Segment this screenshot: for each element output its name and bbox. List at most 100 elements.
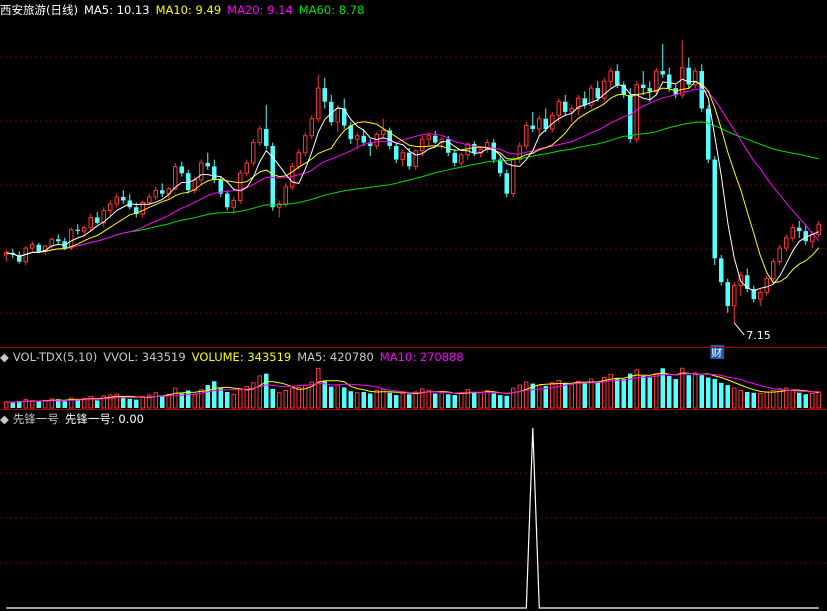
candle-body-up bbox=[758, 291, 763, 300]
ma60-value: 8.78 bbox=[338, 3, 365, 17]
volume-bar-down bbox=[127, 398, 132, 408]
volume-bar-up bbox=[478, 392, 483, 409]
chart-canvas[interactable]: 7.15财 bbox=[0, 0, 827, 611]
ma5-value: 10.13 bbox=[116, 3, 150, 17]
candle-body-down bbox=[179, 166, 184, 174]
vvol-legend: VVOL: 343519 bbox=[103, 350, 186, 364]
volume-bar-up bbox=[400, 392, 405, 409]
volume-bar-up bbox=[316, 367, 321, 409]
candle-body-up bbox=[147, 196, 152, 203]
ma5-label: MA5 bbox=[83, 3, 110, 17]
volume-bar-down bbox=[712, 378, 717, 408]
candle-body-up bbox=[413, 150, 418, 167]
volume-bar-down bbox=[725, 385, 730, 408]
ma20-legend: MA20: 9.14 bbox=[227, 3, 293, 17]
candle-body-up bbox=[199, 162, 204, 181]
candle-body-down bbox=[75, 229, 80, 232]
candle-body-up bbox=[283, 186, 288, 205]
volume-bar-down bbox=[387, 392, 392, 408]
candle-body-down bbox=[95, 217, 100, 223]
candle-body-up bbox=[608, 70, 613, 82]
candle-body-down bbox=[121, 197, 126, 201]
candle-body-up bbox=[303, 135, 308, 154]
panel-divider[interactable] bbox=[0, 347, 827, 348]
volume-bar-up bbox=[738, 389, 743, 409]
candle-body-up bbox=[49, 238, 54, 247]
ma60-label: MA60 bbox=[298, 3, 332, 17]
price-panel-header: 西安旅游(日线) MA5: 10.13 MA10: 9.49 MA20: 9.14 MA… bbox=[0, 2, 370, 18]
volume-bar-up bbox=[693, 372, 698, 409]
volume-bar-down bbox=[36, 401, 41, 408]
candle-body-up bbox=[732, 285, 737, 307]
volume-bar-down bbox=[264, 373, 269, 408]
candle-body-up bbox=[816, 223, 821, 235]
volume-bar-up bbox=[764, 391, 769, 409]
signal-legend: 先锋一号: 0.00 bbox=[64, 412, 144, 426]
candle-body-up bbox=[771, 261, 776, 280]
ma20-line bbox=[6, 88, 820, 258]
volume-bar-up bbox=[524, 381, 529, 409]
volume-bar-down bbox=[667, 375, 672, 408]
candle-body-up bbox=[764, 278, 769, 293]
volume-bar-down bbox=[75, 399, 80, 408]
candle-body-down bbox=[543, 118, 548, 129]
candle-body-up bbox=[316, 87, 321, 120]
volume-bar-up bbox=[296, 386, 301, 409]
volume-bar-up bbox=[517, 384, 522, 409]
candle-body-down bbox=[212, 166, 217, 180]
volume-bar-down bbox=[621, 378, 626, 408]
candle-body-up bbox=[569, 108, 574, 113]
volume-bar-down bbox=[797, 392, 802, 408]
volume-bar-down bbox=[407, 394, 412, 408]
volume-bar-up bbox=[231, 393, 236, 409]
candle-body-up bbox=[238, 172, 243, 201]
volume-bar-down bbox=[270, 388, 275, 408]
volume-bar-down bbox=[491, 393, 496, 408]
volume-bar-down bbox=[504, 395, 509, 408]
candle-body-down bbox=[407, 152, 412, 167]
ma10-label: MA10 bbox=[155, 3, 188, 17]
signal-panel-header: ◆ 先锋一号 先锋一号: 0.00 bbox=[0, 411, 150, 427]
panel-divider[interactable] bbox=[0, 409, 827, 410]
volume-bar-down bbox=[751, 392, 756, 408]
ma10-legend: MA10: 9.49 bbox=[155, 3, 222, 17]
candle-body-down bbox=[595, 88, 600, 99]
candle-body-up bbox=[511, 159, 516, 195]
panel-collapse-icon[interactable]: ◆ bbox=[0, 350, 9, 364]
volume-bar-down bbox=[205, 385, 210, 408]
volume-bar-up bbox=[238, 388, 243, 409]
volume-bar-up bbox=[283, 389, 288, 409]
volume-bar-up bbox=[374, 389, 379, 409]
volume-bar-down bbox=[433, 393, 438, 408]
candle-body-up bbox=[400, 152, 405, 161]
candle-body-down bbox=[36, 244, 41, 252]
volume-bar-down bbox=[498, 395, 503, 408]
volume-bar-down bbox=[641, 375, 646, 408]
candle-body-down bbox=[264, 128, 269, 146]
candle-body-up bbox=[680, 67, 685, 96]
volume-bar-up bbox=[732, 387, 737, 409]
panel-collapse-icon[interactable]: ◆ bbox=[0, 412, 9, 426]
volume-bar-down bbox=[368, 393, 373, 408]
candle-body-down bbox=[394, 145, 399, 160]
candle-body-down bbox=[452, 152, 457, 163]
candle-body-up bbox=[777, 247, 782, 263]
candle-body-up bbox=[114, 196, 119, 205]
volume-bar-up bbox=[556, 380, 561, 409]
volume-label: VOLUME bbox=[191, 350, 240, 364]
candle-body-up bbox=[537, 118, 542, 130]
volume-bar-up bbox=[4, 401, 9, 409]
volume-bar-up bbox=[569, 383, 574, 409]
volume-bar-up bbox=[153, 392, 158, 409]
candle-body-down bbox=[322, 88, 327, 102]
ma20-value: 9.14 bbox=[267, 3, 293, 17]
volume-bar-down bbox=[218, 388, 223, 408]
candle-body-up bbox=[374, 133, 379, 147]
ma5-legend: MA5: 10.13 bbox=[83, 3, 150, 17]
vvol-label: VVOL bbox=[103, 350, 135, 364]
candle-body-down bbox=[504, 173, 509, 194]
volume-bar-down bbox=[160, 395, 165, 408]
volume-bar-down bbox=[134, 399, 139, 408]
candle-body-down bbox=[472, 143, 477, 153]
volume-bar-down bbox=[719, 382, 724, 408]
